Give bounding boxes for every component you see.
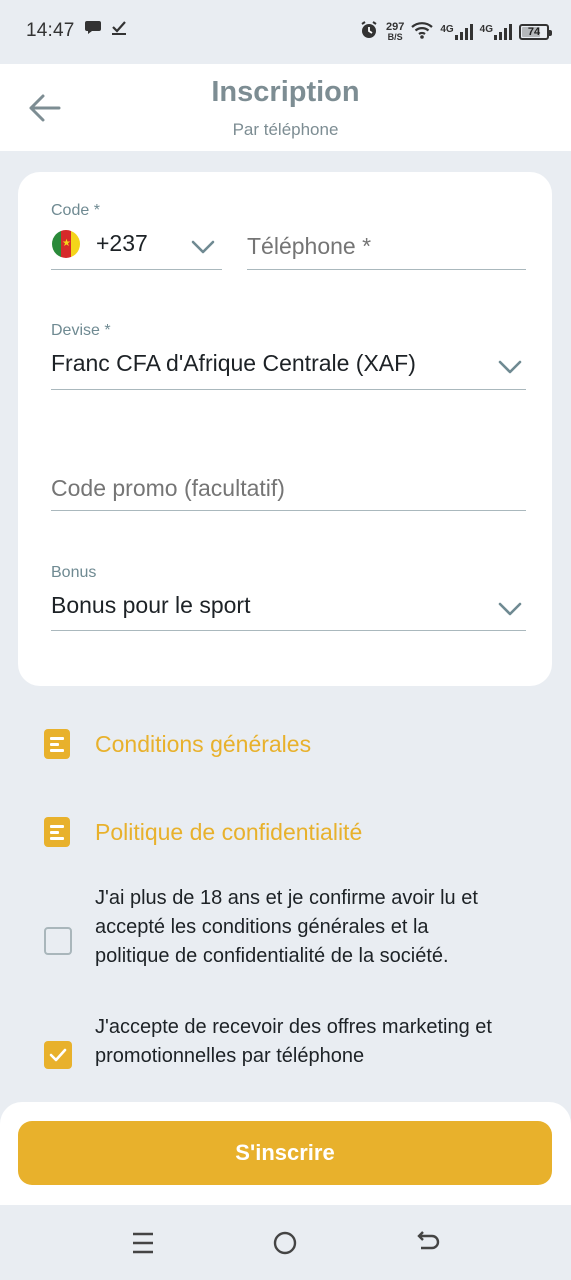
document-icon bbox=[44, 729, 70, 759]
battery-percent: 74 bbox=[527, 26, 541, 38]
network-speed: 297 B/S bbox=[386, 22, 404, 42]
bonus-value: Bonus pour le sport bbox=[51, 592, 251, 618]
task-done-icon bbox=[110, 18, 128, 41]
status-time: 14:47 bbox=[26, 20, 75, 41]
bonus-underline bbox=[51, 630, 526, 631]
privacy-link-label: Politique de confidentialité bbox=[95, 818, 363, 845]
signal-bars-icon bbox=[494, 24, 512, 40]
battery-icon: 74 bbox=[519, 24, 552, 40]
chevron-down-icon bbox=[191, 240, 215, 254]
alarm-icon bbox=[359, 20, 379, 45]
home-button[interactable] bbox=[271, 1229, 301, 1257]
currency-select[interactable]: Franc CFA d'Afrique Centrale (XAF) bbox=[51, 344, 526, 388]
marketing-consent-text: J'accepte de recevoir des offres marketi… bbox=[95, 1016, 492, 1067]
back-arrow-icon bbox=[417, 1231, 440, 1250]
menu-lines-icon bbox=[133, 1232, 153, 1254]
page-title: Inscription bbox=[211, 76, 360, 108]
currency-value: Franc CFA d'Afrique Centrale (XAF) bbox=[51, 350, 416, 376]
signal-1: 4G bbox=[440, 24, 473, 40]
system-nav-bar bbox=[0, 1205, 571, 1280]
country-code-value: +237 bbox=[96, 230, 148, 256]
terms-link-label: Conditions générales bbox=[95, 730, 312, 757]
chevron-down-icon bbox=[498, 602, 522, 616]
chat-notification-icon bbox=[84, 18, 102, 41]
marketing-consent-checkbox[interactable] bbox=[44, 1041, 72, 1069]
wifi-icon bbox=[411, 21, 434, 44]
currency-label: Devise * bbox=[51, 322, 111, 339]
age-consent-checkbox[interactable] bbox=[44, 927, 72, 955]
phone-underline bbox=[247, 269, 526, 270]
bonus-select[interactable]: Bonus pour le sport bbox=[51, 586, 526, 630]
registration-form-card: Code * ★ +237 Devise * Franc CFA d'Afriq… bbox=[18, 172, 552, 686]
back-nav-button[interactable] bbox=[413, 1229, 443, 1257]
page-subtitle: Par téléphone bbox=[232, 120, 339, 139]
document-icon bbox=[44, 817, 70, 847]
terms-link[interactable]: Conditions générales bbox=[44, 728, 311, 760]
code-underline bbox=[51, 269, 222, 270]
country-code-select[interactable]: ★ +237 bbox=[51, 224, 222, 270]
speed-unit: B/S bbox=[387, 32, 403, 42]
promo-code-input[interactable] bbox=[51, 466, 526, 510]
register-button[interactable]: S'inscrire bbox=[18, 1121, 552, 1185]
status-indicators: 297 B/S 4G 4G 74 bbox=[359, 18, 552, 46]
signal-2: 4G bbox=[480, 24, 512, 40]
network-type-1: 4G bbox=[440, 24, 454, 35]
code-label: Code * bbox=[51, 202, 100, 219]
home-circle-icon bbox=[273, 1231, 297, 1255]
bonus-label: Bonus bbox=[51, 564, 97, 581]
checkmark-icon bbox=[49, 1048, 67, 1062]
currency-underline bbox=[51, 389, 526, 390]
app-header: Inscription Par téléphone bbox=[0, 64, 571, 151]
age-consent-text: J'ai plus de 18 ans et je confirme avoir… bbox=[95, 887, 478, 967]
status-bar: 14:47 297 B/S 4G 4G 74 bbox=[0, 0, 571, 64]
chevron-down-icon bbox=[498, 360, 522, 374]
promo-underline bbox=[51, 510, 526, 511]
recent-apps-button[interactable] bbox=[128, 1229, 158, 1257]
cameroon-flag-icon: ★ bbox=[52, 230, 80, 258]
phone-input[interactable] bbox=[247, 224, 526, 268]
network-type-2: 4G bbox=[479, 24, 493, 35]
signal-bars-icon bbox=[454, 24, 473, 40]
privacy-link[interactable]: Politique de confidentialité bbox=[44, 816, 362, 848]
